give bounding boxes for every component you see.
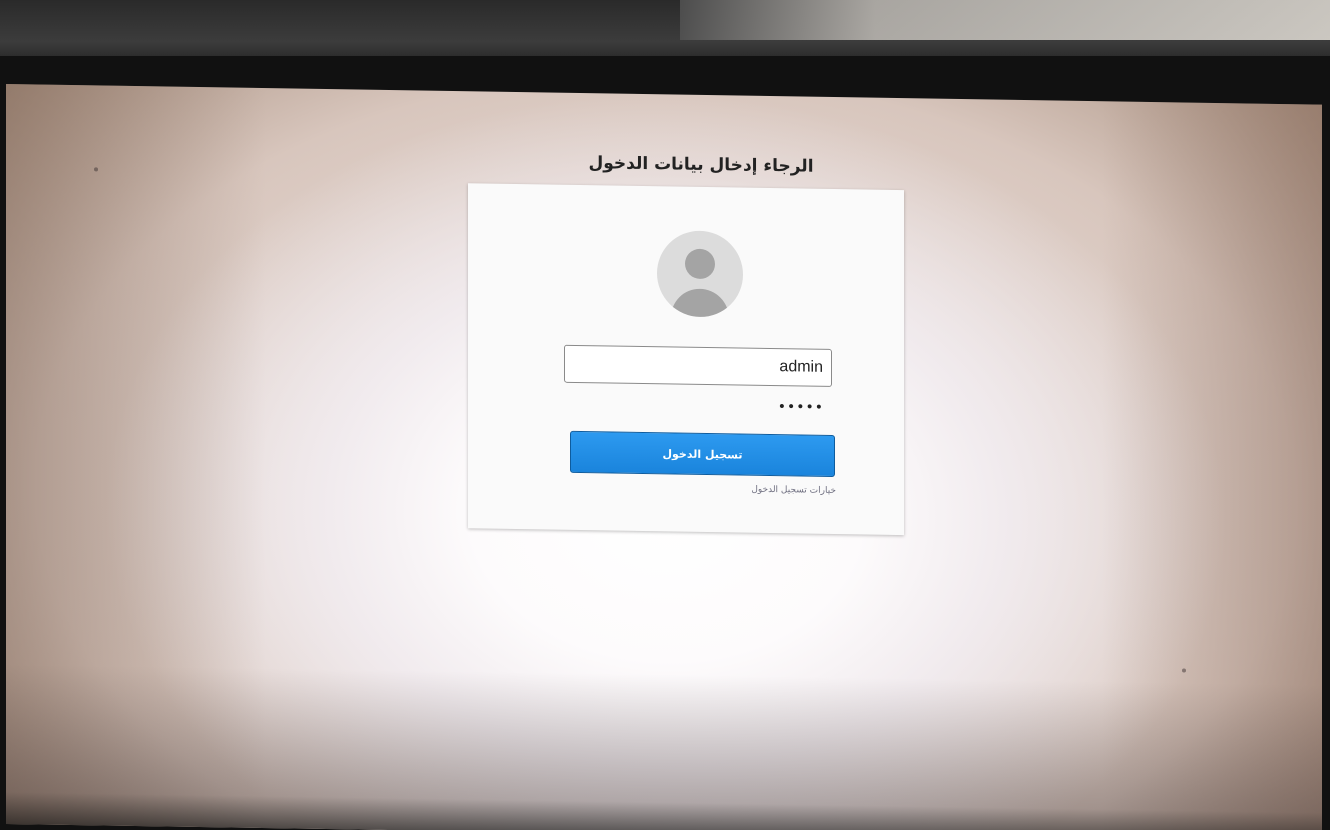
screen-smudge	[1182, 668, 1186, 673]
password-input[interactable]	[564, 390, 832, 421]
login-screen: الرجاء إدخال بيانات الدخول تسجيل الدخول …	[6, 84, 1322, 830]
avatar-body	[671, 288, 729, 318]
sign-in-options-link[interactable]: خيارات تسجيل الدخول	[618, 483, 836, 496]
username-input[interactable]	[564, 344, 832, 387]
avatar-head	[685, 248, 715, 280]
login-button[interactable]: تسجيل الدخول	[570, 430, 835, 478]
login-card: تسجيل الدخول خيارات تسجيل الدخول	[468, 183, 904, 536]
photo-frame: الرجاء إدخال بيانات الدخول تسجيل الدخول …	[0, 0, 1330, 830]
screen-glare-bottom	[6, 664, 1322, 830]
user-avatar-icon	[657, 230, 743, 318]
window-light	[680, 0, 1330, 40]
screen-smudge	[94, 167, 98, 172]
